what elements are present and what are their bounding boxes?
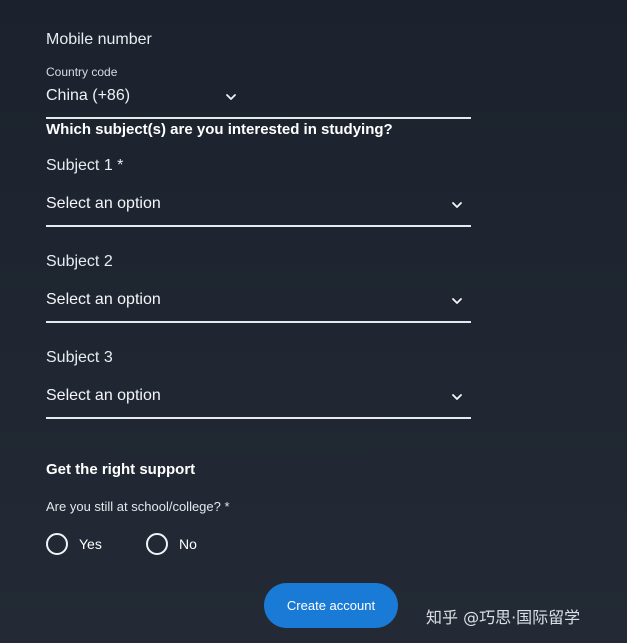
chevron-down-icon <box>226 94 236 100</box>
subject-1-value: Select an option <box>46 195 161 212</box>
subject-2-select[interactable]: Select an option <box>46 288 471 323</box>
radio-no-label: No <box>179 536 197 552</box>
subjects-question: Which subject(s) are you interested in s… <box>46 121 393 138</box>
subject-2-label: Subject 2 <box>46 253 113 270</box>
chevron-down-icon <box>452 298 462 304</box>
support-title: Get the right support <box>46 461 196 478</box>
radio-yes-circle[interactable] <box>46 533 68 555</box>
country-code-value: China (+86) <box>46 87 131 104</box>
radio-no-circle[interactable] <box>146 533 168 555</box>
watermark-text: 知乎 @巧思·国际留学 <box>426 608 581 627</box>
subject-2-value: Select an option <box>46 291 161 308</box>
subject-3-value: Select an option <box>46 387 161 404</box>
radio-yes-label: Yes <box>79 536 102 552</box>
subject-1-select[interactable]: Select an option <box>46 192 471 227</box>
subject-3-select[interactable]: Select an option <box>46 384 471 419</box>
school-question: Are you still at school/college? * <box>46 499 230 514</box>
subject-3-label: Subject 3 <box>46 349 113 366</box>
chevron-down-icon <box>452 394 462 400</box>
country-code-select[interactable]: China (+86) <box>46 85 471 119</box>
radio-yes[interactable]: Yes <box>46 532 102 556</box>
subject-1-label: Subject 1 * <box>46 157 124 174</box>
mobile-number-label: Mobile number <box>46 31 152 48</box>
chevron-down-icon <box>452 202 462 208</box>
create-account-button[interactable]: Create account <box>264 583 398 628</box>
country-code-label: Country code <box>46 65 118 79</box>
radio-no[interactable]: No <box>146 532 197 556</box>
